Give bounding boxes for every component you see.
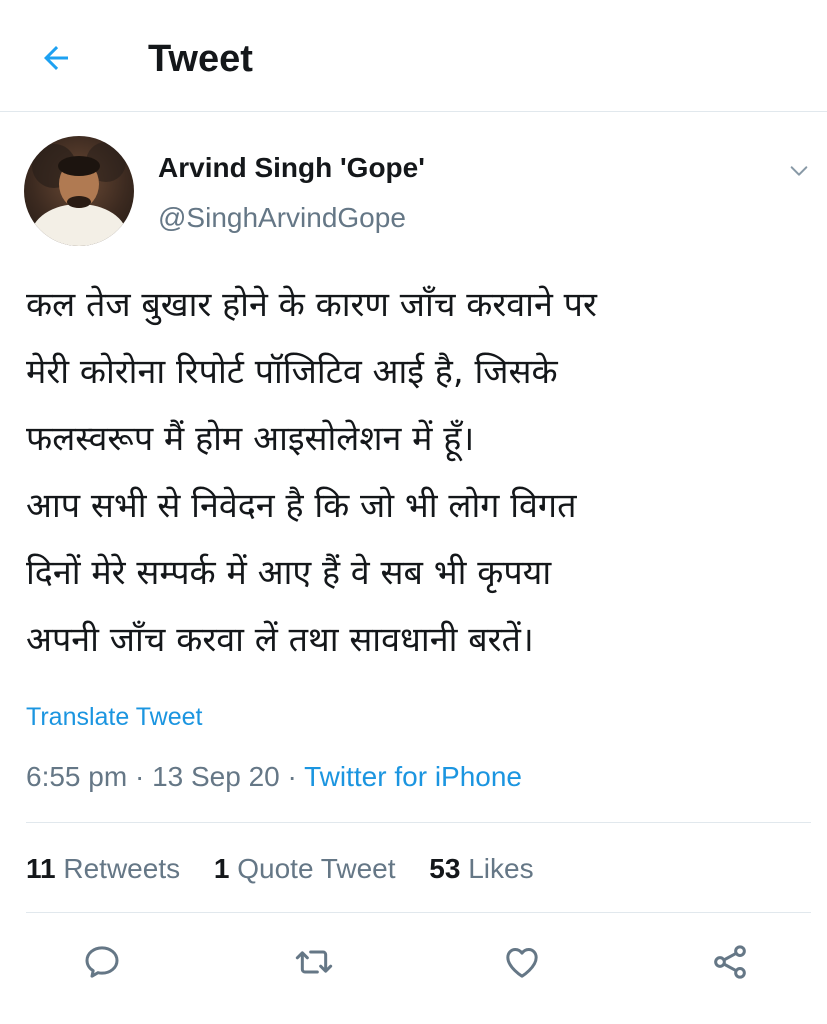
tweet-stats: 11 Retweets 1 Quote Tweet 53 Likes <box>26 850 560 888</box>
top-bar: Tweet <box>0 0 827 112</box>
tweet-menu-button[interactable] <box>784 156 814 186</box>
share-button[interactable] <box>708 940 752 984</box>
likes-label: Likes <box>468 853 534 884</box>
likes-stat[interactable]: 53 Likes <box>429 853 533 884</box>
likes-count: 53 <box>429 853 461 884</box>
tweet-text-line: कल तेज बुखार होने के कारण जाँच करवाने पर <box>26 285 597 325</box>
like-button[interactable] <box>500 940 544 984</box>
tweet-text-line: मेरी कोरोना रिपोर्ट पॉजिटिव आई है, जिसके <box>26 352 558 392</box>
page-title: Tweet <box>148 38 253 80</box>
avatar-image <box>31 142 127 246</box>
reply-icon <box>85 946 119 978</box>
quote-tweets-label: Quote Tweet <box>237 853 396 884</box>
retweet-icon <box>295 950 333 974</box>
retweet-button[interactable] <box>292 940 336 984</box>
retweets-count: 11 <box>26 853 56 884</box>
tweet-text-line: फलस्वरूप मैं होम आइसोलेशन में हूँ। <box>26 419 475 459</box>
chevron-down-icon <box>790 166 808 176</box>
like-icon <box>506 948 538 978</box>
retweets-label: Retweets <box>63 853 181 884</box>
tweet-date: 13 Sep 20 <box>152 761 280 792</box>
tweet-time: 6:55 pm <box>26 761 128 792</box>
retweets-stat[interactable]: 11 Retweets <box>26 853 180 884</box>
avatar[interactable] <box>24 136 134 246</box>
share-icon <box>714 945 746 979</box>
tweet-text-line: अपनी जाँच करवा लें तथा सावधानी बरतें। <box>26 620 534 660</box>
tweet-text: कल तेज बुखार होने के कारण जाँच करवाने पर… <box>26 272 816 674</box>
tweet-source-link[interactable]: Twitter for iPhone <box>304 761 522 792</box>
meta-separator: · <box>287 761 297 792</box>
author-handle[interactable]: @SinghArvindGope <box>158 200 406 236</box>
tweet-meta: 6:55 pm · 13 Sep 20 · Twitter for iPhone <box>26 758 522 796</box>
divider <box>26 912 811 913</box>
arrow-left-icon <box>44 46 68 70</box>
translate-tweet-link[interactable]: Translate Tweet <box>26 700 202 734</box>
tweet-text-line: दिनों मेरे सम्पर्क में आए हैं वे सब भी क… <box>26 553 552 593</box>
back-button[interactable] <box>34 36 78 80</box>
divider <box>26 822 811 823</box>
reply-button[interactable] <box>80 940 124 984</box>
meta-separator: · <box>134 761 145 792</box>
tweet-text-line: आप सभी से निवेदन है कि जो भी लोग विगत <box>26 486 577 526</box>
quote-tweets-stat[interactable]: 1 Quote Tweet <box>214 853 396 884</box>
author-name[interactable]: Arvind Singh 'Gope' <box>158 150 425 186</box>
quote-tweets-count: 1 <box>213 853 230 884</box>
